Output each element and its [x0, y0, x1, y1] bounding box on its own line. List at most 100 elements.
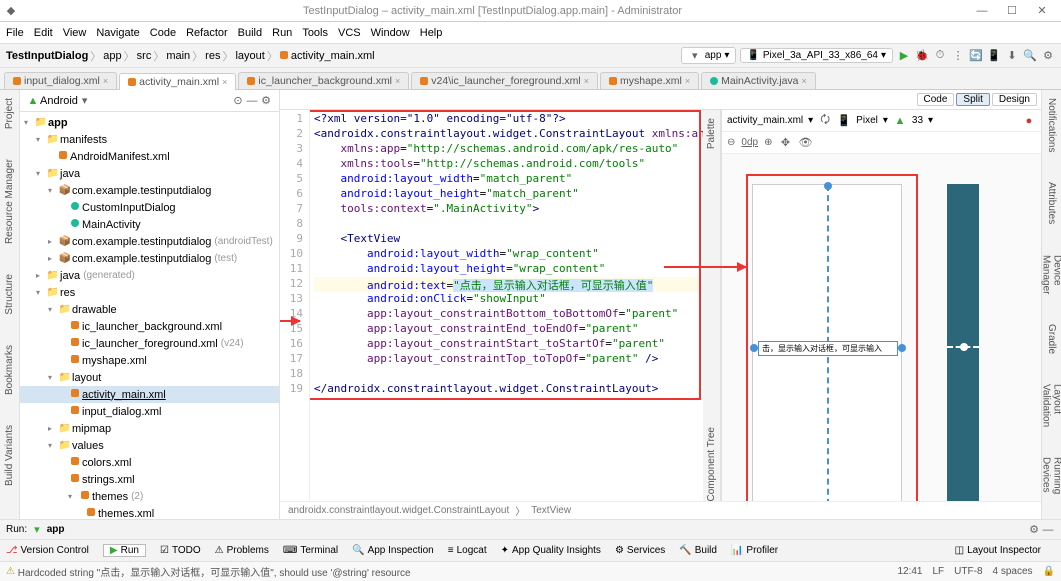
tab-activity-main[interactable]: activity_main.xml×: [119, 73, 236, 90]
api-icon[interactable]: ▲: [893, 115, 907, 127]
rail-notifications[interactable]: Notifications: [1046, 98, 1057, 152]
tree-settings-icon[interactable]: ⚙: [259, 94, 273, 107]
encoding[interactable]: UTF-8: [954, 566, 982, 577]
rail-layout-validation[interactable]: Layout Validation: [1041, 384, 1061, 427]
zoom-value[interactable]: 0dp: [741, 137, 758, 148]
status-bar: ⚠ Hardcoded string "点击，显示输入对话框，可显示输入值", …: [0, 561, 1061, 581]
run-icon[interactable]: ▶: [897, 49, 911, 62]
rail-component-tree[interactable]: Component Tree: [706, 427, 717, 502]
menu-help[interactable]: Help: [420, 27, 443, 39]
preview-file[interactable]: activity_main.xml: [727, 115, 803, 126]
menu-file[interactable]: File: [6, 27, 24, 39]
search-icon[interactable]: 🔍: [1023, 49, 1037, 62]
rail-device-manager[interactable]: Device Manager: [1041, 255, 1061, 294]
crumb-app[interactable]: app: [103, 50, 121, 62]
btn-app-inspection[interactable]: 🔍 App Inspection: [352, 545, 434, 556]
rail-palette[interactable]: Palette: [706, 118, 717, 149]
caret-pos[interactable]: 12:41: [897, 566, 922, 577]
orientation-icon[interactable]: 🗘: [818, 111, 832, 130]
view-options-icon[interactable]: 👁: [798, 136, 812, 149]
preview-device[interactable]: Pixel: [856, 115, 878, 126]
android-icon: ▲: [26, 95, 40, 107]
pan-icon[interactable]: ✥: [778, 136, 792, 149]
tab-ic-launcher-bg[interactable]: ic_launcher_background.xml×: [238, 72, 409, 89]
indent[interactable]: 4 spaces: [993, 566, 1033, 577]
blueprint-frame[interactable]: [947, 184, 979, 501]
rail-structure[interactable]: Structure: [4, 274, 15, 315]
run-tool-header[interactable]: Run: ▾ app ⚙ —: [0, 519, 1061, 539]
btn-terminal[interactable]: ⌨ Terminal: [283, 545, 338, 556]
code-editor[interactable]: 12345678910111213141516171819 <?xml vers…: [280, 110, 703, 501]
btn-profiler[interactable]: 📊 Profiler: [731, 545, 778, 556]
crumb-src[interactable]: src: [137, 50, 152, 62]
run-config-selector[interactable]: ▾app▾: [681, 47, 737, 64]
menu-view[interactable]: View: [63, 27, 87, 39]
locate-icon[interactable]: ⊙: [231, 94, 245, 107]
close-button[interactable]: ✕: [1027, 4, 1057, 17]
rail-bookmarks[interactable]: Bookmarks: [4, 345, 15, 395]
minimize-button[interactable]: —: [967, 5, 997, 17]
crumb-res[interactable]: res: [205, 50, 220, 62]
menu-refactor[interactable]: Refactor: [186, 27, 228, 39]
tab-mainactivity[interactable]: MainActivity.java×: [701, 72, 816, 89]
btn-todo[interactable]: ☑ TODO: [160, 545, 201, 556]
tab-myshape[interactable]: myshape.xml×: [600, 72, 699, 89]
rail-attributes[interactable]: Attributes: [1046, 182, 1057, 224]
sdk-icon[interactable]: ⬇: [1005, 49, 1019, 62]
tab-input-dialog[interactable]: input_dialog.xml×: [4, 72, 117, 89]
project-view-selector[interactable]: Android: [40, 95, 78, 107]
btn-services[interactable]: ⚙ Services: [615, 545, 665, 556]
crumb-layout[interactable]: layout: [235, 50, 264, 62]
btn-version-control[interactable]: ⎇Version Control: [6, 545, 89, 556]
menu-window[interactable]: Window: [371, 27, 410, 39]
crumb-main[interactable]: main: [166, 50, 190, 62]
code-breadcrumb[interactable]: androidx.constraintlayout.widget.Constra…: [280, 501, 1041, 519]
maximize-button[interactable]: ☐: [997, 4, 1027, 17]
code-text[interactable]: <?xml version="1.0" encoding="utf-8"?> <…: [310, 110, 703, 501]
btn-app-quality[interactable]: ✦ App Quality Insights: [501, 545, 601, 556]
menu-build[interactable]: Build: [238, 27, 262, 39]
mode-split[interactable]: Split: [956, 93, 989, 106]
device-frame-icon[interactable]: 📱: [837, 114, 851, 127]
btn-build[interactable]: 🔨 Build: [679, 545, 717, 556]
crumb-project[interactable]: TestInputDialog: [6, 50, 88, 62]
rail-running-devices[interactable]: Running Devices: [1041, 457, 1061, 494]
sync-icon[interactable]: 🔄: [969, 49, 983, 62]
tool-settings-icon[interactable]: ⚙: [1027, 523, 1041, 536]
device-frame[interactable]: 击，显示输入对话框，可显示输入: [752, 184, 902, 501]
menu-vcs[interactable]: VCS: [338, 27, 361, 39]
more-actions-icon[interactable]: ⋮: [951, 49, 965, 62]
rail-resource-manager[interactable]: Resource Manager: [4, 159, 15, 244]
preview-api[interactable]: 33: [912, 115, 923, 126]
btn-layout-inspector[interactable]: ◫ Layout Inspector: [955, 545, 1041, 556]
rail-build-variants[interactable]: Build Variants: [4, 425, 15, 486]
menu-code[interactable]: Code: [150, 27, 176, 39]
warnings-icon[interactable]: ●: [1022, 115, 1036, 127]
zoom-out[interactable]: ⊖: [727, 137, 735, 148]
debug-icon[interactable]: 🐞: [915, 49, 929, 62]
rail-project[interactable]: Project: [4, 98, 15, 129]
selected-textview[interactable]: 击，显示输入对话框，可显示输入: [758, 341, 898, 356]
menu-navigate[interactable]: Navigate: [96, 27, 139, 39]
btn-logcat[interactable]: ≡ Logcat: [448, 545, 487, 556]
line-ending[interactable]: LF: [933, 566, 945, 577]
mode-code[interactable]: Code: [917, 93, 955, 106]
readonly-icon[interactable]: 🔒: [1043, 566, 1055, 577]
mode-design[interactable]: Design: [992, 93, 1037, 106]
device-selector[interactable]: 📱Pixel_3a_API_33_x86_64▾: [740, 48, 893, 63]
btn-problems[interactable]: ⚠ Problems: [215, 545, 269, 556]
btn-run[interactable]: ▶Run: [103, 544, 146, 557]
avd-icon[interactable]: 📱: [987, 49, 1001, 62]
tool-hide-icon[interactable]: —: [1041, 524, 1055, 536]
tree-collapse-icon[interactable]: —: [245, 95, 259, 107]
menu-tools[interactable]: Tools: [302, 27, 328, 39]
design-canvas[interactable]: 击，显示输入对话框，可显示输入: [722, 154, 1041, 501]
project-tree[interactable]: ▾📁app ▾📁manifests AndroidManifest.xml ▾📁…: [20, 112, 279, 519]
settings-icon[interactable]: ⚙: [1041, 49, 1055, 62]
tab-ic-launcher-fg[interactable]: v24\ic_launcher_foreground.xml×: [411, 72, 598, 89]
profile-icon[interactable]: ⏱: [933, 49, 947, 62]
menu-edit[interactable]: Edit: [34, 27, 53, 39]
zoom-in[interactable]: ⊕: [764, 137, 772, 148]
rail-gradle[interactable]: Gradle: [1046, 324, 1057, 354]
menu-run[interactable]: Run: [272, 27, 292, 39]
